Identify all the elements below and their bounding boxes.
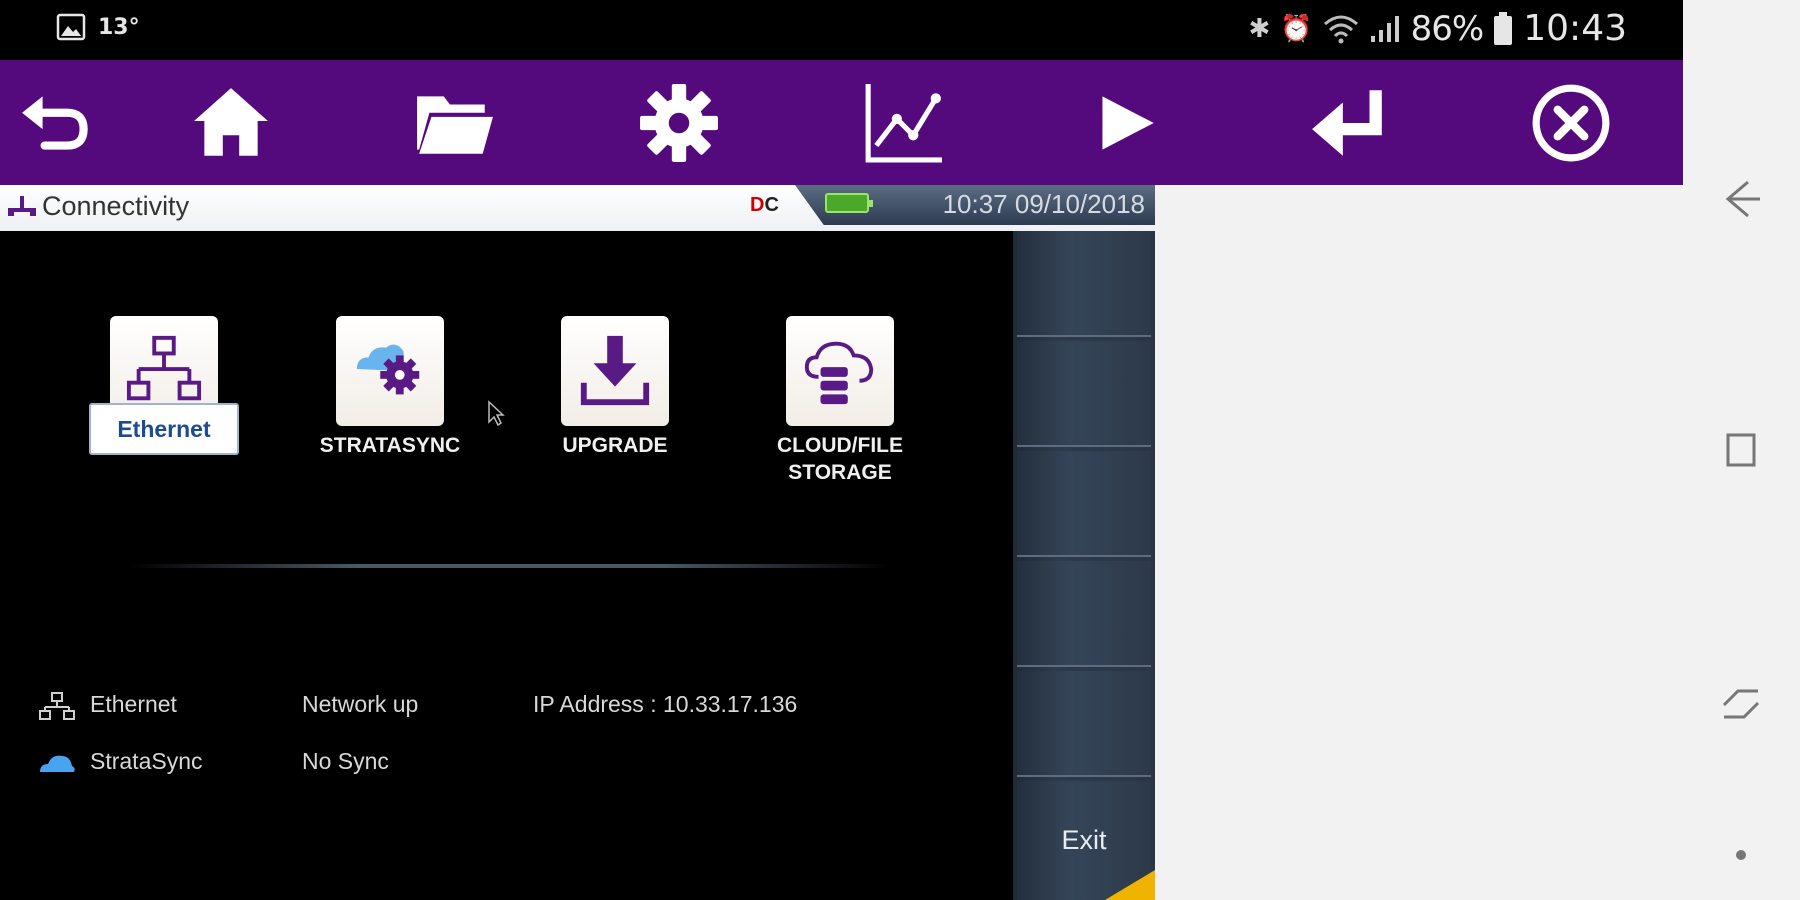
switch-icon — [1722, 689, 1760, 719]
play-icon — [1102, 96, 1154, 150]
upgrade-label: UPGRADE — [562, 434, 668, 457]
close-button[interactable] — [1526, 78, 1616, 168]
bluetooth-icon: ✱ — [1248, 13, 1271, 44]
page-title: Connectivity — [42, 191, 190, 221]
status-right: ✱ ⏰ 86% 10:43 — [1249, 8, 1628, 49]
softkey-5[interactable] — [1017, 671, 1151, 777]
upgrade-tile[interactable] — [561, 316, 669, 426]
mouse-cursor-icon — [488, 400, 505, 426]
recent-apps-icon — [1726, 433, 1756, 467]
results-button[interactable] — [858, 78, 948, 168]
ip-address: IP Address : 10.33.17.136 — [533, 691, 798, 717]
stratasync-status-row: StrataSync No Sync — [38, 742, 938, 782]
enter-icon — [1312, 90, 1382, 156]
phone-screen: 13° ✱ ⏰ 86% 10:43 Connectivity DC 10:37 … — [0, 0, 1683, 900]
folder-icon — [417, 96, 493, 154]
nav-switch-button[interactable] — [1705, 668, 1777, 740]
ethernet-status-name: Ethernet — [90, 691, 177, 717]
back-button[interactable] — [14, 78, 104, 168]
cloud-status-icon — [40, 755, 75, 772]
softkey-3[interactable] — [1017, 451, 1151, 557]
nav-home-dot[interactable] — [1705, 806, 1777, 878]
enter-button[interactable] — [1304, 78, 1394, 168]
stratasync-status-state: No Sync — [302, 748, 389, 774]
ethernet-status-state: Network up — [302, 691, 419, 717]
softkey-2[interactable] — [1017, 341, 1151, 447]
connectivity-title: Connectivity — [8, 191, 189, 222]
wifi-icon — [1323, 15, 1358, 43]
nav-back-button[interactable] — [1705, 163, 1777, 235]
ethernet-status-row: Ethernet Network up IP Address : 10.33.1… — [38, 685, 938, 725]
cloud-gear-icon — [356, 344, 420, 395]
nav-overview-button[interactable] — [1705, 414, 1777, 486]
signal-icon — [1370, 15, 1399, 42]
battery-percent: 86% — [1410, 8, 1485, 49]
gear-icon — [640, 84, 718, 162]
folder-button[interactable] — [409, 78, 499, 168]
temperature: 13° — [98, 14, 140, 40]
close-circle-icon — [1532, 84, 1610, 162]
dc-badge: DC — [750, 194, 779, 216]
stratasync-tile[interactable] — [336, 316, 444, 426]
settings-button[interactable] — [634, 78, 724, 168]
device-battery-icon — [825, 193, 873, 213]
stratasync-label: STRATASYNC — [319, 434, 461, 457]
download-icon — [580, 335, 650, 406]
softkey-panel: Exit — [1013, 231, 1155, 900]
device-datetime: 10:37 09/10/2018 — [942, 189, 1145, 219]
back-icon — [1725, 180, 1760, 218]
softkey-4[interactable] — [1017, 561, 1151, 667]
gallery-icon — [56, 13, 86, 41]
softkey-1[interactable] — [1017, 231, 1151, 337]
stratasync-status-name: StrataSync — [90, 748, 203, 774]
android-nav-bar — [1683, 0, 1800, 900]
status-clock: 10:43 — [1523, 8, 1627, 49]
cloud-storage-icon — [804, 341, 874, 405]
ethernet-status-icon — [39, 692, 75, 720]
back-arrow-icon — [22, 96, 88, 150]
device-window: Connectivity DC 10:37 09/10/2018 Etherne… — [0, 185, 1155, 900]
home-button[interactable] — [186, 78, 276, 168]
dot-icon — [1736, 850, 1746, 860]
top-toolbar — [0, 60, 1683, 185]
alarm-icon: ⏰ — [1280, 13, 1313, 44]
section-divider — [130, 564, 890, 568]
ethernet-network-icon — [126, 335, 202, 401]
home-icon — [194, 88, 268, 156]
network-icon — [8, 195, 36, 216]
battery-icon — [1494, 11, 1513, 45]
exit-button[interactable]: Exit — [1017, 781, 1151, 900]
status-bar: 13° ✱ ⏰ 86% 10:43 — [0, 0, 1683, 60]
chart-icon — [865, 84, 942, 163]
cloud-file-storage-label: CLOUD/FILE STORAGE — [777, 434, 903, 484]
ethernet-label[interactable]: Ethernet — [89, 403, 239, 455]
device-header: Connectivity DC 10:37 09/10/2018 — [0, 185, 1155, 231]
status-left: 13° — [56, 12, 140, 42]
cloud-file-storage-tile[interactable] — [786, 316, 894, 426]
start-button[interactable] — [1080, 78, 1170, 168]
